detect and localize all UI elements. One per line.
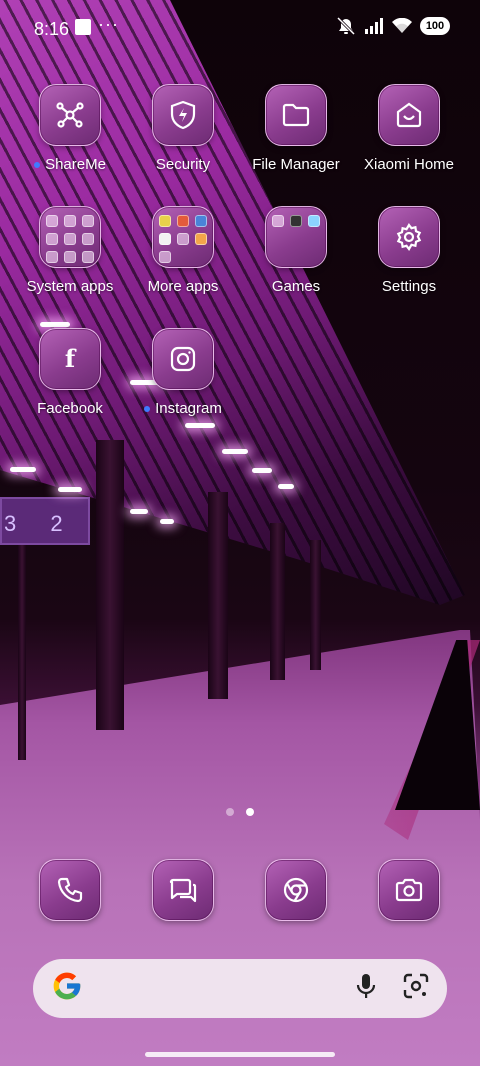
app-label: Facebook [37,400,103,417]
folder-icon [265,84,327,146]
wallpaper-light [278,484,294,489]
wallpaper-pillar [270,523,285,680]
wallpaper-light [222,449,248,454]
mini-app-icon [290,215,302,227]
mini-app-icon [159,251,171,263]
app-folder-games[interactable]: Games [240,206,352,295]
mini-app-icon [82,251,94,263]
facebook-icon: f [39,328,101,390]
status-icons: 100 [336,17,450,35]
microphone-icon[interactable] [355,973,377,1004]
app-security[interactable]: Security [127,84,239,173]
app-folder-more-apps[interactable]: More apps [127,206,239,295]
app-shareme[interactable]: ShareMe [14,84,126,173]
google-search-bar[interactable] [33,959,447,1018]
new-app-indicator [34,161,41,168]
mini-app-icon [272,215,284,227]
folder-group-icon [265,206,327,268]
app-settings[interactable]: Settings [353,206,465,295]
share-icon [39,84,101,146]
wallpaper-pillar [18,545,26,760]
mini-app-icon [46,251,58,263]
wallpaper-light [10,467,36,472]
app-label: More apps [147,278,219,295]
mini-app-icon [308,215,320,227]
dock-chrome[interactable] [240,859,352,921]
google-logo-icon[interactable] [51,970,83,1007]
signal-icon [364,18,384,34]
svg-text:f: f [65,344,77,373]
mini-app-icon [195,215,207,227]
page-dot-current[interactable] [246,808,254,816]
mute-icon [336,17,356,35]
page-dot[interactable] [226,808,234,816]
phone-icon [39,859,101,921]
wallpaper-light [40,322,70,327]
wallpaper-pillar [96,440,124,730]
camera-icon [378,859,440,921]
wallpaper-pillar [310,540,321,670]
mini-app-icon [46,233,58,245]
folder-group-icon [152,206,214,268]
mini-app-icon [46,215,58,227]
mini-app-icon [177,215,189,227]
wallpaper-light [185,423,215,428]
app-folder-system-apps[interactable]: System apps [14,206,126,295]
app-label: Security [155,156,211,173]
wallpaper-platform-sign: 3 2 [0,497,90,545]
wallpaper-light [160,519,174,524]
app-label: System apps [26,278,114,295]
dock-phone[interactable] [14,859,126,921]
app-label: ShareMe [34,156,106,173]
mini-app-icon [82,215,94,227]
mini-app-icon [177,233,189,245]
wallpaper-pillar [208,492,228,699]
app-xiaomi-home[interactable]: Xiaomi Home [353,84,465,173]
dock-camera[interactable] [353,859,465,921]
wallpaper-light [252,468,272,473]
gesture-navigation-handle[interactable] [145,1052,335,1057]
app-label: File Manager [252,156,340,173]
app-label: Settings [381,278,437,295]
more-notifications-indicator: ··· [98,14,119,34]
status-time: 8:16 [34,19,70,39]
app-label: Games [271,278,321,295]
search-input[interactable] [83,959,355,1018]
app-label: Xiaomi Home [363,156,455,173]
mini-app-icon [64,233,76,245]
wifi-icon [392,18,412,34]
dock-messages[interactable] [127,859,239,921]
app-facebook[interactable]: f Facebook [14,328,126,417]
battery-icon: 100 [420,17,450,35]
mini-app-icon [64,215,76,227]
mini-app-icon [195,233,207,245]
shield-icon [152,84,214,146]
wallpaper-light [130,509,148,514]
message-icon [152,859,214,921]
app-file-manager[interactable]: File Manager [240,84,352,173]
home-icon [378,84,440,146]
app-label: Instagram [144,400,222,417]
google-lens-icon[interactable] [403,973,429,1004]
gear-icon [378,206,440,268]
chrome-icon [265,859,327,921]
status-bar: 8:16 ··· 100 [0,0,480,56]
mini-app-icon [159,233,171,245]
new-app-indicator [144,405,151,412]
app-instagram[interactable]: Instagram [127,328,239,417]
mini-app-icon [82,233,94,245]
mini-app-icon [64,251,76,263]
mini-app-icon [159,215,171,227]
folder-group-icon [39,206,101,268]
wallpaper-light [58,487,82,492]
page-indicator [0,808,480,816]
notification-square-icon [75,19,91,35]
instagram-icon [152,328,214,390]
